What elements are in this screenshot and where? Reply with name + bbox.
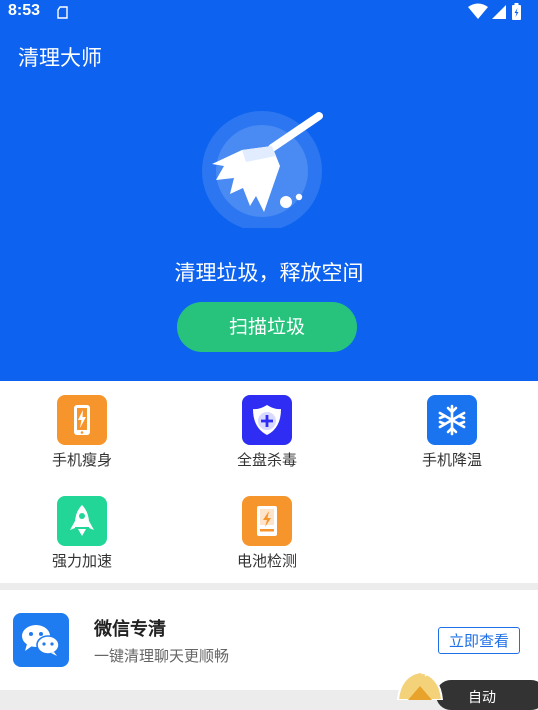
floating-label: 自动 xyxy=(468,690,496,706)
battery-charging-icon xyxy=(512,3,521,20)
signal-icon xyxy=(492,5,506,19)
tool-label: 电池检测 xyxy=(236,552,297,570)
tool-label: 手机降温 xyxy=(421,451,482,469)
wechat-card-description: 一键清理聊天更顺畅 xyxy=(94,647,230,665)
tool-battery-check[interactable]: 电池检测 xyxy=(207,496,327,571)
status-bar: 8:53 xyxy=(0,0,538,24)
tool-phone-cool[interactable]: 手机降温 xyxy=(392,395,512,470)
broom-icon xyxy=(198,108,332,231)
shield-plus-icon xyxy=(242,395,292,445)
view-now-button[interactable]: 立即查看 xyxy=(438,627,520,654)
tool-phone-slim[interactable]: 手机瘦身 xyxy=(22,395,142,470)
wifi-icon xyxy=(468,3,488,19)
tools-grid: 手机瘦身 全盘杀毒 手机降温 强力加速 电池检测 xyxy=(0,381,538,583)
status-time: 8:53 xyxy=(8,2,41,19)
wechat-icon xyxy=(13,613,69,667)
tool-label: 手机瘦身 xyxy=(51,451,112,469)
scan-junk-button[interactable]: 扫描垃圾 xyxy=(177,302,357,352)
tool-label: 全盘杀毒 xyxy=(236,451,297,469)
app-title: 清理大师 xyxy=(18,46,102,70)
status-icons xyxy=(468,3,528,25)
tool-label: 强力加速 xyxy=(51,552,112,570)
phone-slim-icon xyxy=(57,395,107,445)
snowflake-icon xyxy=(427,395,477,445)
rocket-icon xyxy=(57,496,107,546)
tool-boost[interactable]: 强力加速 xyxy=(22,496,142,571)
sd-card-icon xyxy=(57,4,70,23)
hero-subtitle: 清理垃圾，释放空间 xyxy=(174,261,364,285)
hero-section: 8:53 清理大师 清理垃圾，释放空间 扫描垃圾 xyxy=(0,0,538,381)
battery-check-icon xyxy=(242,496,292,546)
tool-antivirus[interactable]: 全盘杀毒 xyxy=(207,395,327,470)
wechat-card-title: 微信专清 xyxy=(94,619,166,640)
